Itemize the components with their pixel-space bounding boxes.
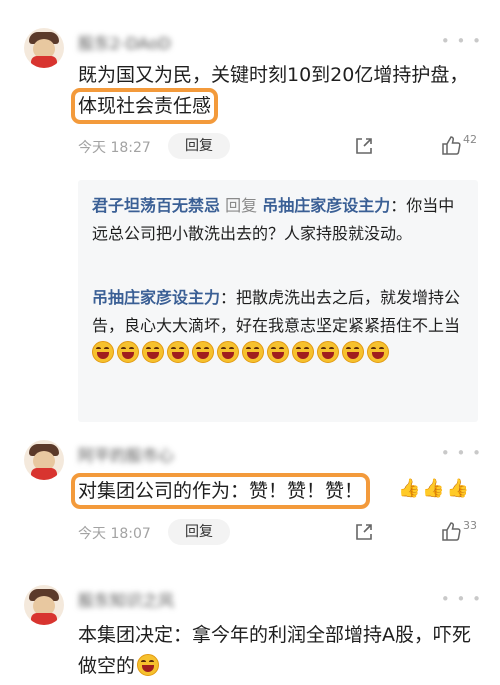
laughing-emoji-icon [167,341,189,363]
reply-item[interactable]: 吊抽庄家彦设主力：把散虎洗出去之后，就发增持公告，良心大大滴坏，好在我意志坚定紧… [92,284,466,368]
comment-time: 今天 18:27 [78,140,151,156]
reply-author[interactable]: 吊抽庄家彦设主力 [92,288,220,307]
comment-username[interactable]: 阿平的股市心 [78,442,208,464]
reply-author[interactable]: 君子坦荡百无禁忌 [92,196,220,215]
laughing-emoji-icon [317,341,339,363]
more-dots-icon[interactable]: • • • [441,590,482,608]
comment-text: 本集团决定：拿今年的利润全部增持A股，吓死做空的 [78,624,471,677]
avatar[interactable] [24,28,64,68]
laughing-emoji-icon [342,341,364,363]
laughing-emoji-icon [137,654,160,676]
reply-item[interactable]: 君子坦荡百无禁忌 回复 吊抽庄家彦设主力：你当中远总公司把小散洗出去的？人家持股… [92,192,466,248]
highlighted-text: 体现社会责任感 [70,88,219,124]
reply-button[interactable]: 回复 [168,133,230,159]
like-count: 42 [463,133,477,146]
more-dots-icon[interactable]: • • • [441,444,482,462]
share-icon[interactable] [354,522,374,542]
reply-box: 君子坦荡百无禁忌 回复 吊抽庄家彦设主力：你当中远总公司把小散洗出去的？人家持股… [78,180,478,422]
thumbs-up-icon[interactable] [440,520,462,542]
comment-text: 对集团公司的作为：赞！赞！赞！ [70,473,408,509]
laughing-emoji-icon [267,341,289,363]
like-count: 33 [463,519,477,532]
laughing-emoji-icon [217,341,239,363]
thumbs-up-icon[interactable] [440,134,462,156]
thumbs-emoji-row: 👍👍👍 [398,478,472,499]
avatar[interactable] [24,585,64,625]
more-dots-icon[interactable]: • • • [441,32,482,50]
comment-text: 既为国又为民，关键时刻10到20亿增持护盘，体现社会责任感 [70,64,469,124]
laughing-emoji-icon [117,341,139,363]
laughing-emoji-icon [192,341,214,363]
highlighted-text: 对集团公司的作为：赞！赞！赞！ [70,473,371,509]
laughing-emoji-icon [142,341,164,363]
laughing-emoji-icon [367,341,389,363]
comment-username[interactable]: 股东知识之风 [78,587,208,609]
reply-word: 回复 [225,196,258,215]
laughing-emoji-icon [292,341,314,363]
emoji-row [92,341,392,363]
laughing-emoji-icon [92,341,114,363]
avatar[interactable] [24,440,64,480]
comment-time: 今天 18:07 [78,526,151,542]
share-icon[interactable] [354,136,374,156]
comment-username[interactable]: 股东2-DAoD [78,30,208,52]
laughing-emoji-icon [242,341,264,363]
reply-button[interactable]: 回复 [168,519,230,545]
reply-target[interactable]: 吊抽庄家彦设主力 [262,196,390,215]
